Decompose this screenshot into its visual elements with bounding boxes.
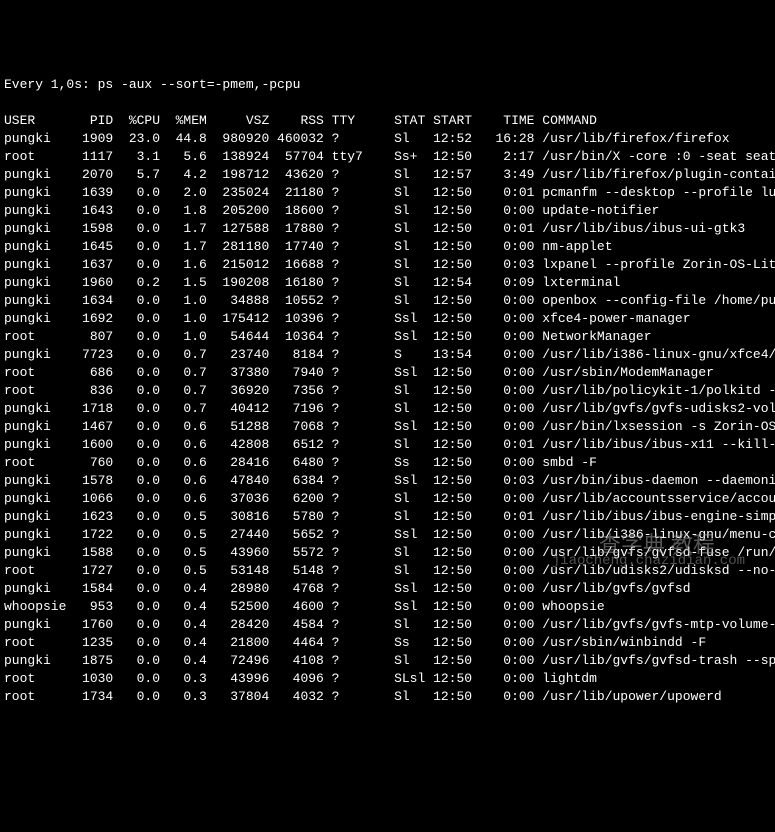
terminal-output[interactable]: Every 1,0s: ps -aux --sort=-pmem,-pcpu U…: [4, 76, 771, 706]
process-list: pungki 1909 23.0 44.8 980920 460032 ? Sl…: [4, 131, 775, 704]
watch-header: Every 1,0s: ps -aux --sort=-pmem,-pcpu: [4, 77, 300, 92]
column-headers: USER PID %CPU %MEM VSZ RSS TTY STAT STAR…: [4, 113, 597, 128]
